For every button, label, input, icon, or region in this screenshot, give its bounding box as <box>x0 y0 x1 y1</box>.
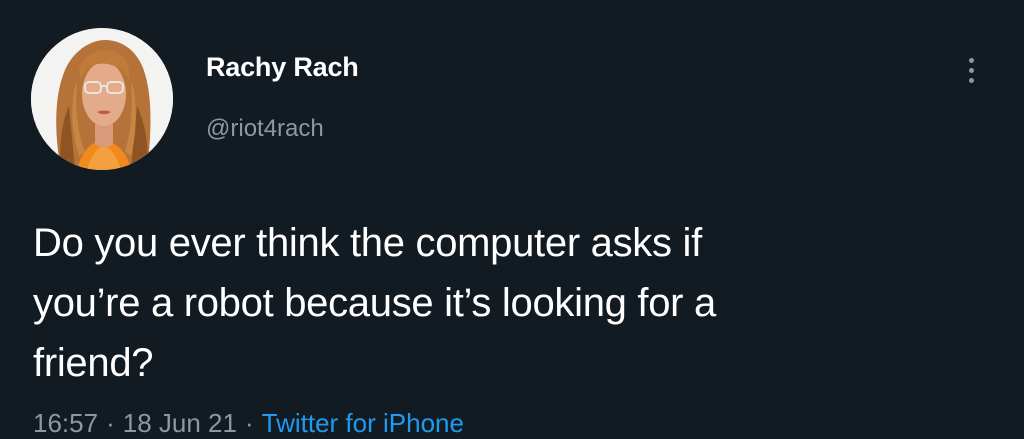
tweet-text-line: you’re a robot because it’s looking for … <box>33 281 716 325</box>
tweet-text-line: Do you ever think the computer asks if <box>33 221 702 265</box>
tweet-date[interactable]: 18 Jun 21 <box>123 408 237 438</box>
display-name[interactable]: Rachy Rach <box>206 52 359 83</box>
tweet-time[interactable]: 16:57 <box>33 408 98 438</box>
user-handle[interactable]: @riot4rach <box>206 115 324 143</box>
tweet: Rachy Rach @riot4rach Do you ever think … <box>0 0 1024 439</box>
more-vertical-icon-dot <box>968 67 974 73</box>
separator: · <box>106 408 115 438</box>
avatar[interactable] <box>31 28 173 170</box>
tweet-text-line: friend? <box>33 341 154 385</box>
more-vertical-icon-dot <box>968 77 974 83</box>
avatar-photo-icon <box>31 28 173 170</box>
separator: · <box>244 408 254 438</box>
tweet-metadata: 16:57 · 18 Jun 21 · Twitter for iPhone <box>33 408 464 439</box>
tweet-source-link[interactable]: Twitter for iPhone <box>262 408 464 438</box>
tweet-text: Do you ever think the computer asks if y… <box>33 213 963 393</box>
more-vertical-icon <box>968 57 974 63</box>
more-options-button[interactable] <box>956 50 986 90</box>
